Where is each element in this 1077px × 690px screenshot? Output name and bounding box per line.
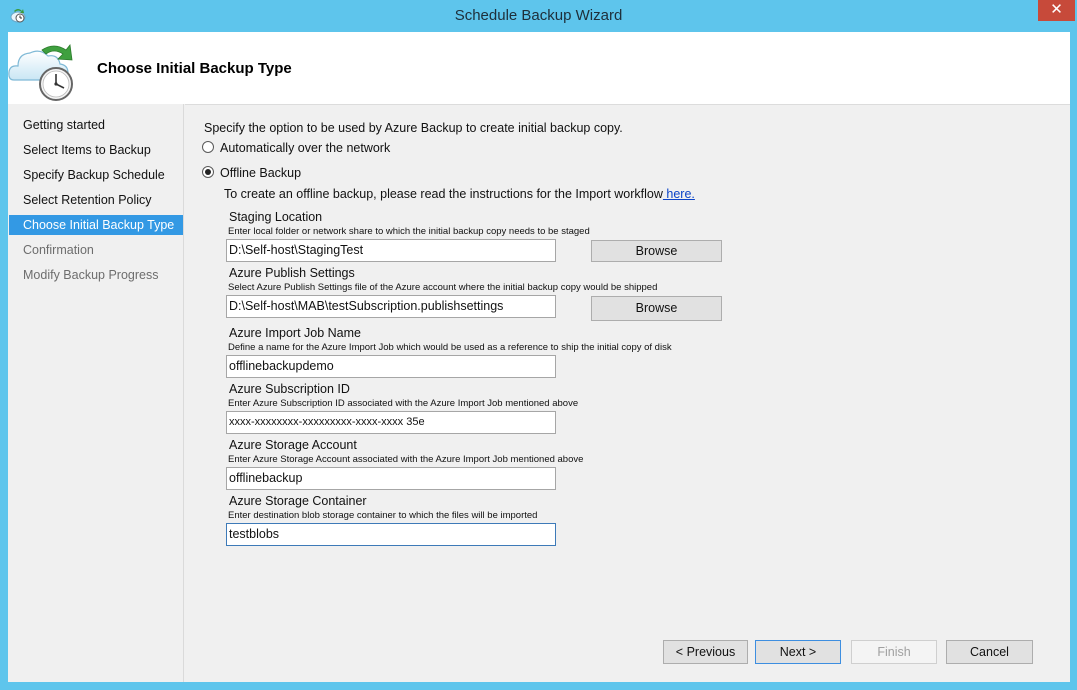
wizard-window: Schedule Backup Wizard ✕ Choose Initial …	[0, 0, 1077, 690]
nav-item-getting-started[interactable]: Getting started	[9, 115, 183, 135]
nav-item-retention-policy[interactable]: Select Retention Policy	[9, 190, 183, 210]
subscription-id-input[interactable]: xxxx-xxxxxxxx-xxxxxxxxx-xxxx-xxxx 35e	[226, 411, 556, 434]
close-icon: ✕	[1050, 1, 1063, 18]
job-name-input[interactable]: offlinebackupdemo	[226, 355, 556, 378]
offline-instructions: To create an offline backup, please read…	[224, 187, 695, 201]
window-title: Schedule Backup Wizard	[0, 0, 1077, 32]
nav-item-initial-backup-type[interactable]: Choose Initial Backup Type	[9, 215, 183, 235]
wizard-header: Choose Initial Backup Type	[8, 32, 1070, 104]
radio-offline[interactable]	[202, 166, 214, 178]
close-button[interactable]: ✕	[1038, 0, 1075, 21]
job-name-hint: Define a name for the Azure Import Job w…	[228, 342, 672, 353]
nav-item-backup-schedule[interactable]: Specify Backup Schedule	[9, 165, 183, 185]
cloud-backup-clock-icon	[8, 40, 84, 102]
previous-button[interactable]: < Previous	[663, 640, 748, 664]
staging-browse-button[interactable]: Browse	[591, 240, 722, 262]
next-button[interactable]: Next >	[755, 640, 841, 664]
radio-network-label[interactable]: Automatically over the network	[220, 141, 390, 155]
intro-text: Specify the option to be used by Azure B…	[204, 121, 623, 135]
storage-container-hint: Enter destination blob storage container…	[228, 510, 537, 521]
offline-instructions-text: To create an offline backup, please read…	[224, 187, 663, 201]
cancel-button[interactable]: Cancel	[946, 640, 1033, 664]
subscription-hint: Enter Azure Subscription ID associated w…	[228, 398, 578, 409]
nav-item-confirmation: Confirmation	[9, 240, 183, 260]
nav-item-select-items[interactable]: Select Items to Backup	[9, 140, 183, 160]
job-name-label: Azure Import Job Name	[229, 326, 361, 340]
storage-account-hint: Enter Azure Storage Account associated w…	[228, 454, 583, 465]
staging-hint: Enter local folder or network share to w…	[228, 226, 590, 237]
storage-container-input[interactable]: testblobs	[226, 523, 556, 546]
page-title: Choose Initial Backup Type	[97, 60, 292, 77]
wizard-steps-nav: Getting started Select Items to Backup S…	[8, 104, 184, 682]
publish-label: Azure Publish Settings	[229, 266, 355, 280]
title-bar: Schedule Backup Wizard ✕	[0, 0, 1077, 32]
storage-account-label: Azure Storage Account	[229, 438, 357, 452]
finish-button: Finish	[851, 640, 937, 664]
publish-hint: Select Azure Publish Settings file of th…	[228, 282, 657, 293]
wizard-body: Getting started Select Items to Backup S…	[8, 104, 1070, 682]
publish-settings-input[interactable]: D:\Self-host\MAB\testSubscription.publis…	[226, 295, 556, 318]
storage-account-input[interactable]: offlinebackup	[226, 467, 556, 490]
nav-item-modify-progress: Modify Backup Progress	[9, 265, 183, 285]
radio-selected-dot	[205, 169, 211, 175]
publish-browse-button[interactable]: Browse	[591, 296, 722, 321]
step-content: Specify the option to be used by Azure B…	[185, 104, 1070, 682]
staging-label: Staging Location	[229, 210, 322, 224]
subscription-label: Azure Subscription ID	[229, 382, 350, 396]
radio-offline-label[interactable]: Offline Backup	[220, 166, 301, 180]
radio-network[interactable]	[202, 141, 214, 153]
storage-container-label: Azure Storage Container	[229, 494, 367, 508]
staging-location-input[interactable]: D:\Self-host\StagingTest	[226, 239, 556, 262]
here-link[interactable]: here.	[663, 187, 695, 201]
